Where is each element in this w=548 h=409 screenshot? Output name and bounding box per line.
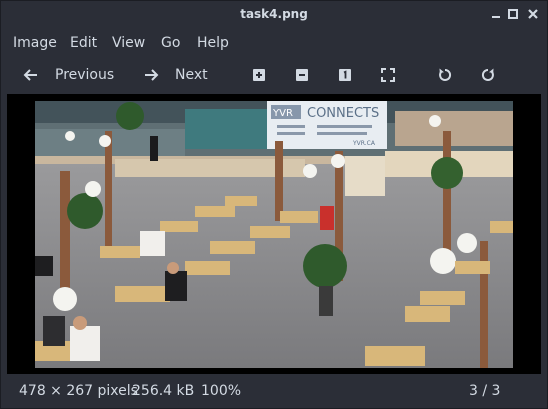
food-court-photo: YVR CONNECTS YVR.CA bbox=[35, 101, 513, 368]
menu-edit[interactable]: Edit bbox=[70, 35, 97, 51]
zoom-in-icon bbox=[253, 69, 265, 81]
menu-bar: Image Edit View Go Help bbox=[1, 29, 547, 57]
next-label: Next bbox=[175, 67, 208, 83]
rotate-right-icon bbox=[481, 68, 494, 81]
rotate-right-button[interactable] bbox=[480, 57, 496, 93]
previous-button[interactable]: Previous bbox=[23, 57, 114, 93]
close-button[interactable] bbox=[526, 7, 540, 21]
zoom-out-icon bbox=[296, 69, 308, 81]
rotate-left-button[interactable] bbox=[437, 57, 453, 93]
arrow-left-icon bbox=[23, 69, 37, 81]
toolbar: Previous Next bbox=[1, 57, 547, 93]
arrow-right-icon bbox=[145, 69, 159, 81]
original-size-button[interactable] bbox=[338, 57, 352, 93]
menu-go[interactable]: Go bbox=[161, 35, 180, 51]
menu-view[interactable]: View bbox=[112, 35, 145, 51]
title-bar[interactable]: task4.png bbox=[1, 1, 547, 29]
zoom-original-icon bbox=[339, 69, 351, 81]
sign-title: CONNECTS bbox=[307, 106, 379, 121]
file-size: 256.4 kB bbox=[132, 383, 195, 399]
next-button[interactable]: Next bbox=[143, 57, 208, 93]
window-title: task4.png bbox=[240, 7, 308, 21]
image-position: 3 / 3 bbox=[469, 383, 501, 399]
sign-brand: YVR bbox=[272, 108, 293, 119]
rotate-left-icon bbox=[439, 68, 452, 81]
zoom-fit-icon bbox=[381, 68, 395, 82]
image-canvas[interactable]: YVR CONNECTS YVR.CA bbox=[7, 94, 541, 374]
close-icon bbox=[528, 9, 538, 19]
sign-url: YVR.CA bbox=[352, 140, 376, 147]
status-bar: 478 × 267 pixels 256.4 kB 100% 3 / 3 bbox=[1, 377, 547, 407]
image-viewer-window: task4.png Image Edit View Go Help Previo… bbox=[0, 0, 548, 409]
previous-label: Previous bbox=[55, 67, 115, 83]
zoom-out-button[interactable] bbox=[295, 57, 309, 93]
zoom-level: 100% bbox=[201, 383, 242, 399]
maximize-icon bbox=[508, 9, 518, 19]
minimize-icon bbox=[492, 16, 500, 18]
menu-help[interactable]: Help bbox=[197, 35, 229, 51]
zoom-in-button[interactable] bbox=[252, 57, 266, 93]
image-dimensions: 478 × 267 pixels bbox=[19, 383, 138, 399]
fit-button[interactable] bbox=[381, 57, 395, 93]
menu-image[interactable]: Image bbox=[13, 35, 57, 51]
maximize-button[interactable] bbox=[506, 7, 520, 21]
minimize-button[interactable] bbox=[489, 7, 503, 21]
displayed-photo: YVR CONNECTS YVR.CA bbox=[35, 101, 513, 368]
